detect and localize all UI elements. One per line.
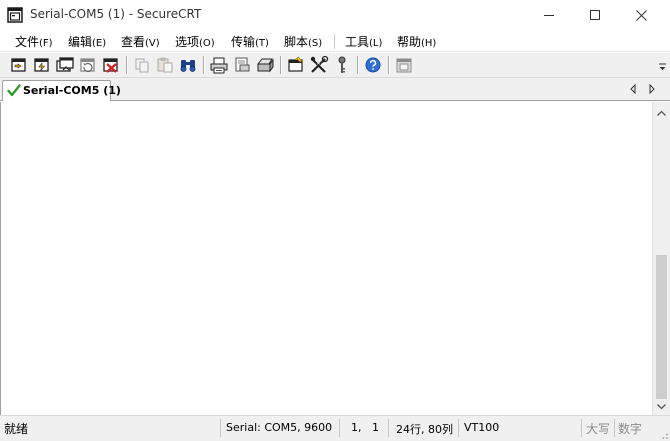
binoculars-icon [180, 60, 196, 72]
toolbar-separator [280, 56, 281, 74]
check-icon [7, 84, 21, 97]
session-options-icon [288, 56, 303, 72]
reconnect-button[interactable] [78, 55, 98, 75]
disconnect-icon [103, 58, 118, 73]
sftp-icon [396, 58, 412, 73]
print-selection-button[interactable] [255, 55, 275, 75]
status-separator [220, 419, 221, 437]
help-button[interactable] [363, 55, 383, 75]
copy-icon [135, 58, 149, 73]
tools-icon [310, 55, 329, 73]
connect-in-tab-button[interactable] [55, 55, 75, 75]
close-icon [635, 9, 647, 21]
find-button[interactable] [178, 55, 198, 75]
chevron-down-icon [657, 403, 666, 409]
connect-icon [11, 58, 26, 72]
close-button[interactable] [618, 0, 664, 30]
status-connection: Serial: COM5, 9600 [226, 421, 333, 434]
connect-in-tab-icon [56, 57, 74, 72]
status-emulation: VT100 [464, 421, 500, 434]
tab-label: Serial-COM5 (1) [23, 84, 121, 97]
toolbar-separator [126, 56, 127, 74]
tab-scroll-left-icon[interactable] [628, 83, 638, 95]
status-separator [388, 419, 389, 437]
quick-connect-button[interactable] [32, 55, 52, 75]
maximize-button[interactable] [572, 0, 618, 30]
print-icon [210, 57, 228, 74]
status-num-lock: 数字 [618, 422, 643, 436]
print-button[interactable] [209, 55, 229, 75]
minimize-button[interactable] [526, 0, 572, 30]
menu-tools[interactable]: 工具(L) [345, 33, 382, 50]
quick-connect-icon [34, 58, 49, 72]
print-setup-icon [235, 57, 250, 72]
tab-scroll-right-icon[interactable] [647, 83, 657, 95]
keymap-button[interactable] [332, 55, 352, 75]
tab-serial-com5[interactable]: Serial-COM5 (1) [2, 80, 121, 101]
chevron-up-icon [657, 110, 666, 116]
status-separator [614, 419, 615, 437]
menu-view[interactable]: 查看(V) [121, 33, 160, 50]
scroll-down-button[interactable] [653, 398, 670, 415]
menu-options[interactable]: 选项(O) [175, 33, 215, 50]
menu-help[interactable]: 帮助(H) [397, 33, 436, 50]
toolbar-separator [388, 56, 389, 74]
disconnect-button[interactable] [101, 55, 121, 75]
menu-edit[interactable]: 编辑(E) [68, 33, 106, 50]
sftp-button[interactable] [394, 55, 414, 75]
printer-icon [256, 58, 274, 73]
status-separator [339, 419, 340, 437]
status-bar: 就绪 Serial: COM5, 9600 1, 1 24行, 80列 VT10… [0, 415, 670, 441]
reconnect-icon [80, 58, 95, 73]
resize-grip-icon[interactable] [657, 428, 669, 440]
copy-button[interactable] [132, 55, 152, 75]
status-cursor-position: 1, 1 [351, 421, 379, 434]
menu-script[interactable]: 脚本(S) [284, 33, 322, 50]
toolbar [0, 53, 670, 78]
session-tab-strip: Serial-COM5 (1) [0, 78, 670, 101]
window-title: Serial-COM5 (1) - SecureCRT [30, 7, 202, 21]
menu-separator [334, 34, 335, 49]
menu-bar: 文件(F) 编辑(E) 查看(V) 选项(O) 传输(T) 脚本(S) 工具(L… [0, 30, 670, 52]
paste-button[interactable] [155, 55, 175, 75]
status-caps-lock: 大写 [586, 422, 611, 436]
print-setup-button[interactable] [232, 55, 252, 75]
status-separator [458, 419, 459, 437]
securecrt-app-icon[interactable] [7, 7, 23, 23]
menu-file[interactable]: 文件(F) [15, 33, 53, 50]
key-icon [338, 56, 346, 73]
paste-icon [157, 57, 173, 73]
title-bar: Serial-COM5 (1) - SecureCRT [0, 0, 670, 30]
session-options-button[interactable] [286, 55, 306, 75]
toolbar-overflow-icon[interactable] [658, 59, 667, 73]
status-ready: 就绪 [4, 422, 29, 436]
global-options-button[interactable] [309, 55, 329, 75]
help-icon [365, 57, 381, 73]
status-separator [581, 419, 582, 437]
menu-transfer[interactable]: 传输(T) [231, 33, 269, 50]
toolbar-separator [203, 56, 204, 74]
toolbar-separator [357, 56, 358, 74]
scrollbar-thumb[interactable] [656, 255, 667, 399]
terminal-screen[interactable] [0, 102, 652, 415]
minimize-icon [544, 15, 554, 16]
status-screen-size: 24行, 80列 [396, 423, 453, 436]
connect-button[interactable] [9, 55, 29, 75]
scroll-up-button[interactable] [653, 104, 670, 121]
maximize-icon [590, 10, 600, 20]
vertical-scrollbar[interactable] [652, 102, 670, 415]
